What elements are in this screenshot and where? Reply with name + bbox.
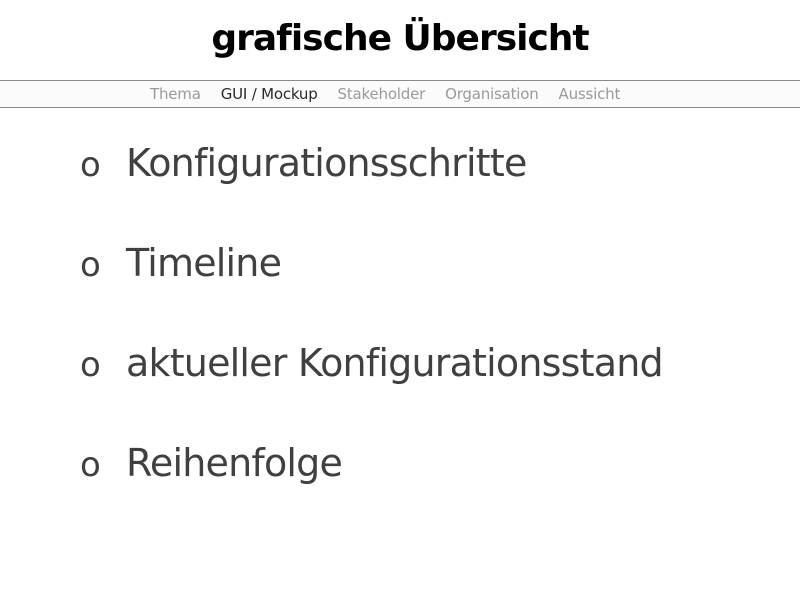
bullet-item-aktueller-konfigurationsstand: o aktueller Konfigurationsstand — [80, 338, 664, 438]
nav-item-gui-mockup[interactable]: GUI / Mockup — [221, 85, 318, 103]
nav-item-aussicht[interactable]: Aussicht — [559, 85, 621, 103]
nav-item-thema[interactable]: Thema — [150, 85, 201, 103]
bullet-text: Timeline — [126, 241, 282, 285]
bullet-item-konfigurationsschritte: o Konfigurationsschritte — [80, 138, 663, 238]
nav-item-organisation[interactable]: Organisation — [445, 85, 539, 103]
navigation-bar: Thema GUI / Mockup Stakeholder Organisat… — [0, 80, 800, 108]
bullet-text: aktueller Konfigurationsstand — [126, 341, 664, 385]
bullet-item-reihenfolge: o Reihenfolge — [80, 438, 663, 538]
bullet-marker: o — [80, 445, 101, 485]
bullet-item-timeline: o Timeline — [80, 238, 663, 338]
slide-title: grafische Übersicht — [211, 18, 589, 59]
bullet-text: Konfigurationsschritte — [126, 141, 527, 185]
bullet-marker: o — [80, 245, 101, 285]
bullet-marker: o — [80, 345, 101, 385]
bullet-text: Reihenfolge — [126, 441, 343, 485]
navigation-items: Thema GUI / Mockup Stakeholder Organisat… — [150, 81, 640, 107]
bullet-list: o Konfigurationsschritte o Timeline o ak… — [80, 138, 664, 538]
nav-item-stakeholder[interactable]: Stakeholder — [338, 85, 426, 103]
bullet-marker: o — [80, 145, 101, 185]
